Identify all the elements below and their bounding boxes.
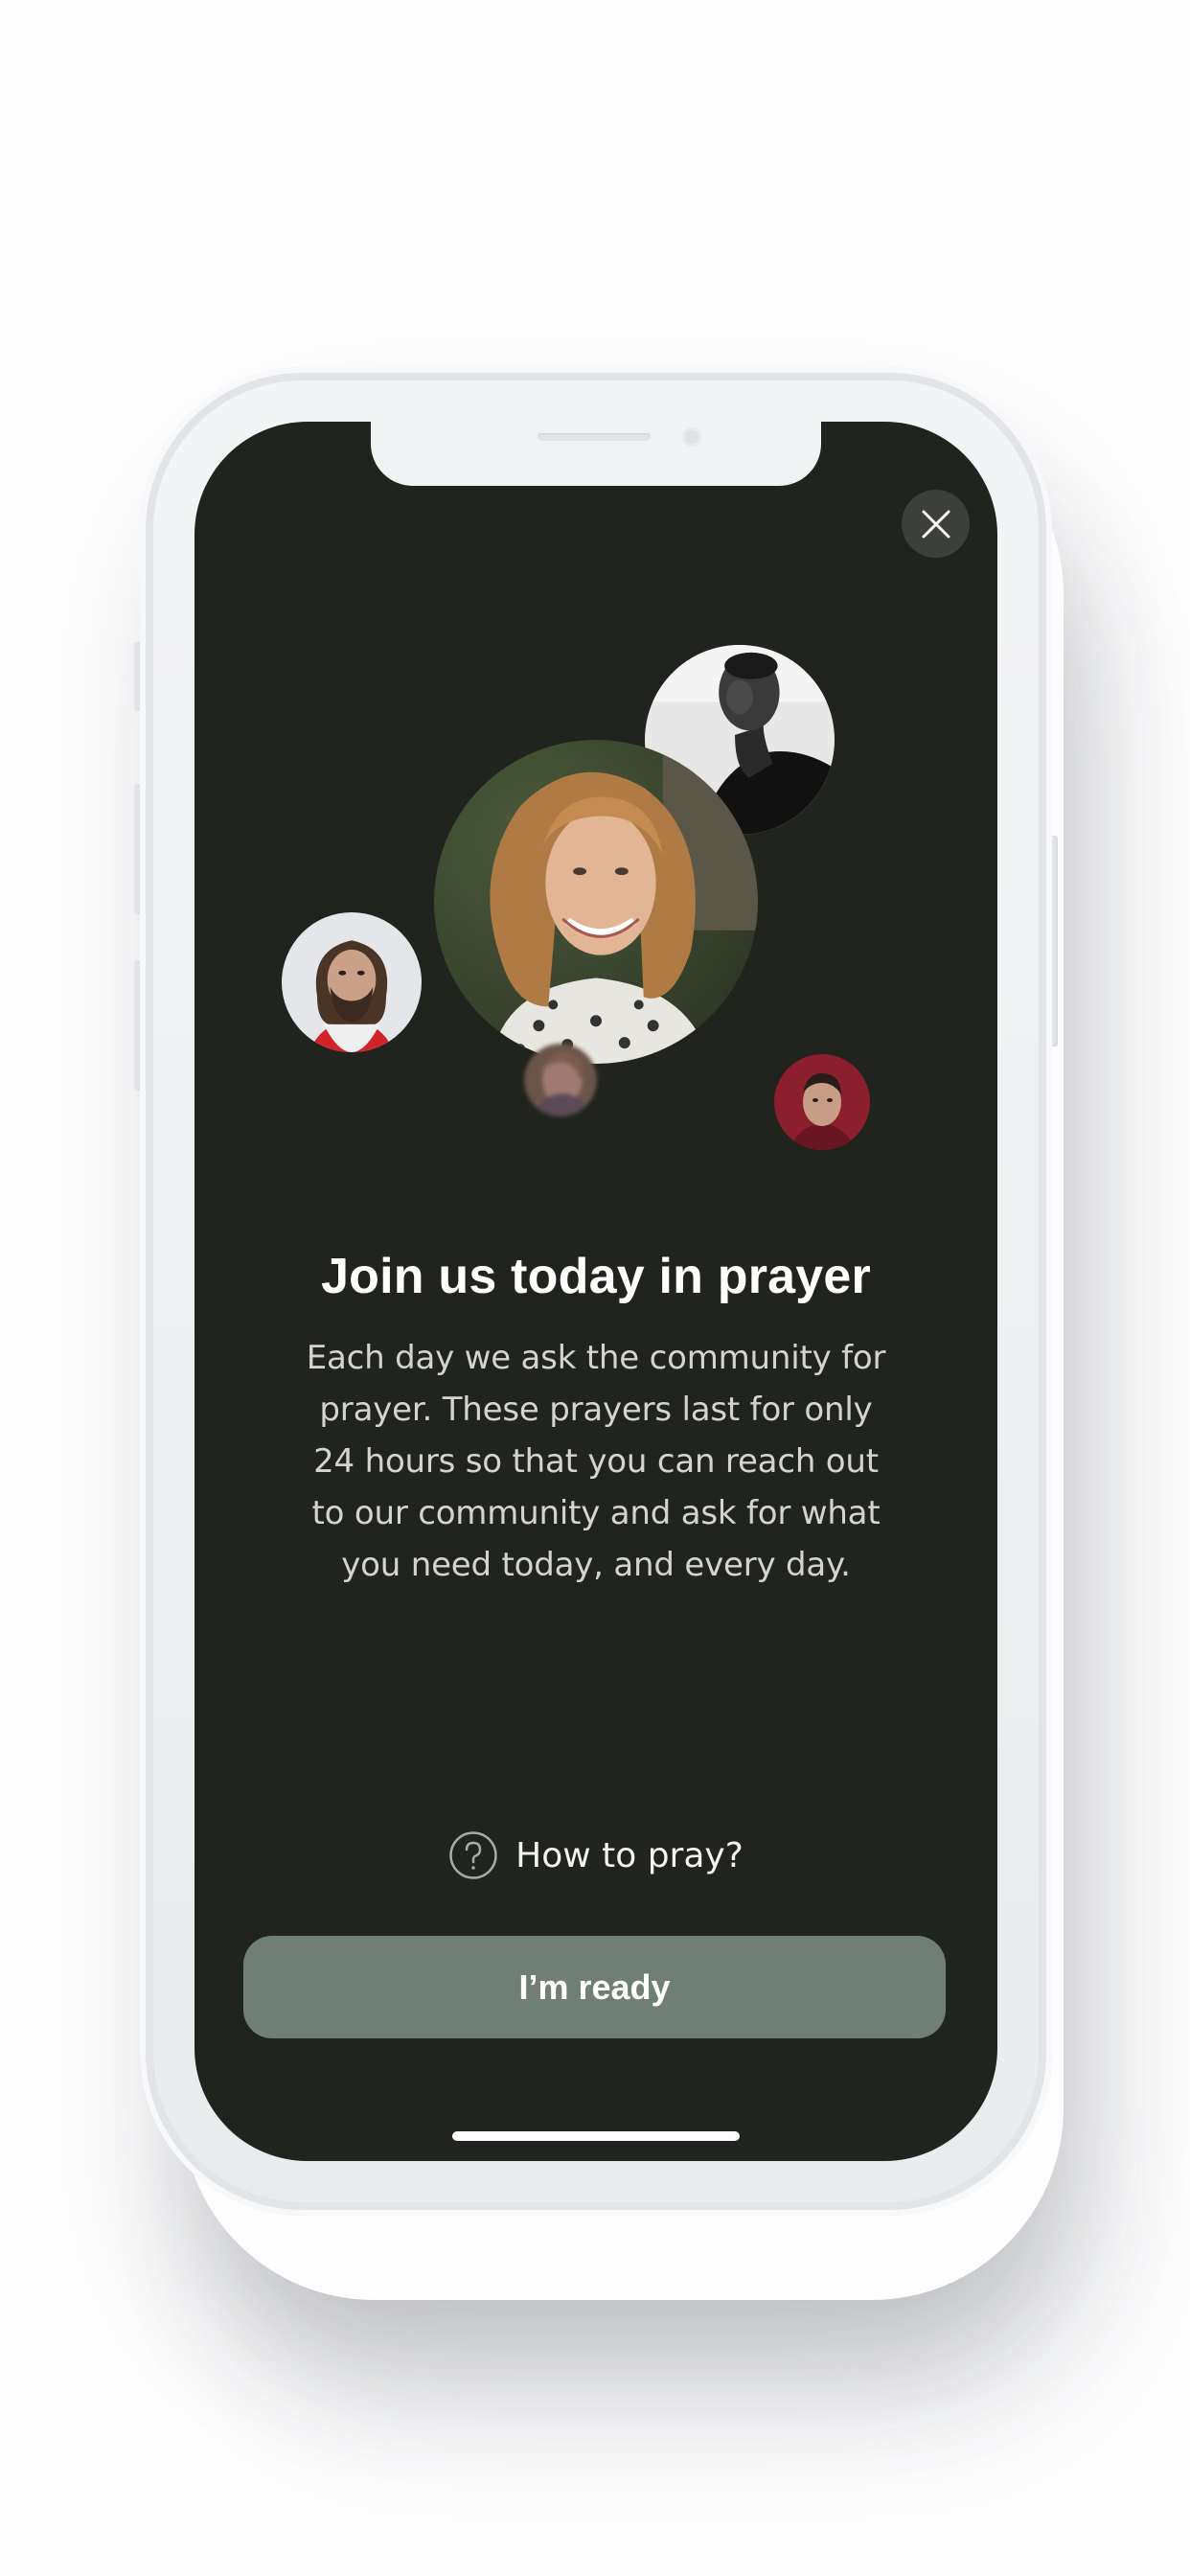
how-to-pray-link[interactable]: How to pray?: [195, 1830, 997, 1880]
modal-title: Join us today in prayer: [321, 1249, 871, 1304]
question-circle-icon: [449, 1831, 497, 1879]
how-to-pray-label: How to pray?: [515, 1835, 744, 1875]
avatar-woman-featured: [434, 740, 758, 1064]
phone-frame: Join us today in prayer Each day we ask …: [140, 367, 1052, 2216]
avatar-bearded-man: [282, 912, 422, 1052]
speaker-grille: [538, 433, 651, 441]
canvas: Join us today in prayer Each day we ask …: [0, 0, 1190, 2576]
modal-description: Each day we ask the community for prayer…: [306, 1339, 886, 1584]
front-camera: [682, 427, 701, 447]
close-button[interactable]: [902, 490, 970, 558]
close-icon: [922, 510, 950, 538]
notch: [371, 422, 821, 486]
im-ready-button[interactable]: I’m ready: [243, 1936, 946, 2038]
avatar-blurred-small: [524, 1044, 597, 1116]
app-screen: Join us today in prayer Each day we ask …: [195, 422, 997, 2161]
avatar-man-red-shirt: [774, 1054, 870, 1150]
home-indicator: [452, 2131, 740, 2141]
